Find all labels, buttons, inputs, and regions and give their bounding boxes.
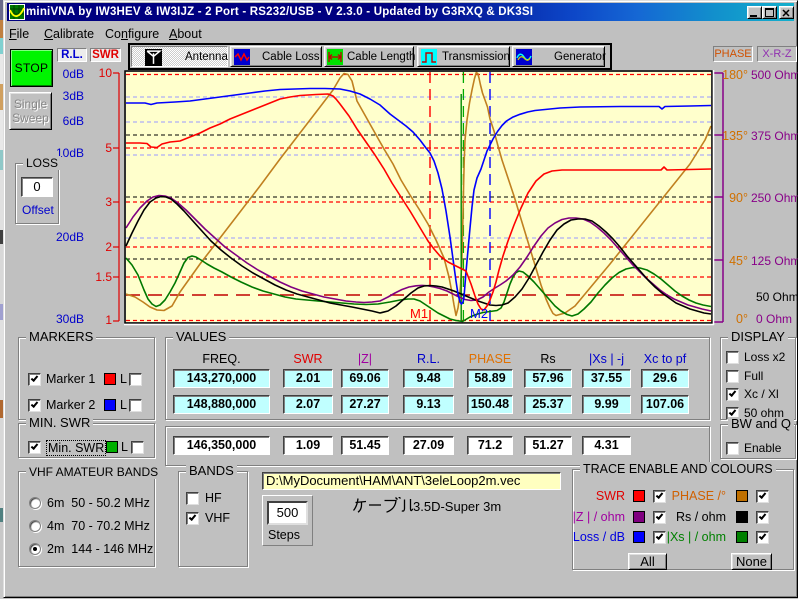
svg-text:M1: M1 xyxy=(410,306,428,321)
svg-text:M2: M2 xyxy=(470,306,488,321)
